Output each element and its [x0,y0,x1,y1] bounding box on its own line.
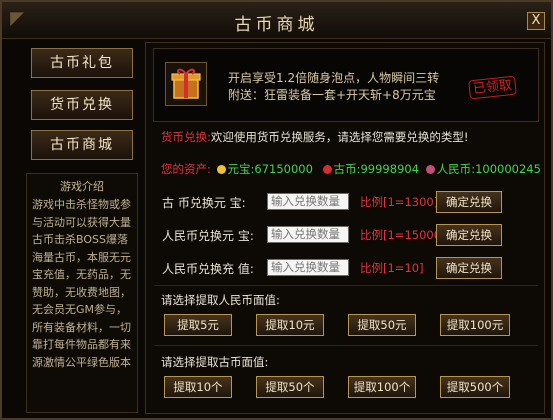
intro-title: 游戏介绍 [60,180,104,193]
exchange-row-2-confirm-button[interactable]: 确定兑换 [436,224,502,246]
nav-coin-shop-button[interactable]: 古币商城 [31,130,133,160]
asset-coin-value: 99998904 [360,162,420,176]
withdraw-rmb-5-button[interactable]: 提取5元 [164,314,232,336]
exchange-row-2-ratio: 比例[1=15000] [360,228,446,242]
intro-body: 游戏中击杀怪物或参与活动可以获得大量古币击杀BOSS爆落海量古币，本服无元宝充值… [32,198,131,369]
game-intro-panel: 游戏介绍 游戏中击杀怪物或参与活动可以获得大量古币击杀BOSS爆落海量古币，本服… [26,173,138,413]
asset-rmb-name: 人民币 [436,162,472,176]
withdraw-coin-500-button[interactable]: 提取500个 [440,376,510,398]
exchange-row-1-ratio: 比例[1=1300] [360,195,439,209]
exchange-intro-prefix: 货币兑换: [161,130,211,144]
exchange-row-1-input[interactable] [267,193,349,210]
exchange-row-1-label: 古 币兑换元 宝: [162,196,246,210]
withdraw-coin-100-button[interactable]: 提取100个 [348,376,416,398]
asset-yuanbao-name: 元宝 [227,162,251,176]
nav-gift-pack-button[interactable]: 古币礼包 [31,48,133,78]
gift-line-1: 开启享受1.2倍随身泡点，人物瞬间三转 [228,71,440,85]
withdraw-rmb-100-button[interactable]: 提取100元 [440,314,510,336]
gift-pack-card: 开启享受1.2倍随身泡点，人物瞬间三转 附送：狂雷装备一套+开天斩+8万元宝 已… [153,48,539,122]
gift-description: 开启享受1.2倍随身泡点，人物瞬间三转 附送：狂雷装备一套+开天斩+8万元宝 [228,70,439,104]
exchange-row-2-label: 人民币兑换元 宝: [162,229,254,243]
exchange-row-3-confirm-button[interactable]: 确定兑换 [436,257,502,279]
yuanbao-coin-icon [216,165,226,174]
exchange-row-2-input[interactable] [267,226,349,243]
nav-currency-exchange-button[interactable]: 货币兑换 [31,90,133,120]
close-button[interactable]: X [527,12,545,30]
withdraw-coin-10-button[interactable]: 提取10个 [164,376,232,398]
exchange-row-1-confirm-button[interactable]: 确定兑换 [436,191,502,213]
divider [154,345,538,346]
ancient-coin-icon [322,165,332,174]
assets-line: 您的资产: 元宝:67150000 古币:99998904 人民币:100000… [161,162,541,176]
title-bar[interactable]: ◤ 古币商城 X [2,2,551,39]
coin-withdraw-prompt: 请选择提取古币面值: [161,355,269,369]
assets-label: 您的资产: [161,162,211,176]
window-title: 古币商城 [234,15,319,35]
rmb-coin-icon [425,165,435,174]
withdraw-rmb-50-button[interactable]: 提取50元 [348,314,416,336]
exchange-row-3-input[interactable] [267,259,349,276]
claimed-stamp: 已领取 [468,75,517,100]
withdraw-rmb-10-button[interactable]: 提取10元 [256,314,324,336]
asset-yuanbao-value: 67150000 [254,162,313,176]
exchange-intro: 货币兑换:欢迎使用货币兑换服务，请选择您需要兑换的类型! [161,129,468,145]
shop-window: ◤ 古币商城 X 古币礼包 货币兑换 古币商城 游戏介绍 游戏中击杀怪物或参与活… [0,0,553,420]
gift-box-icon [165,62,207,106]
exchange-panel: 开启享受1.2倍随身泡点，人物瞬间三转 附送：狂雷装备一套+开天斩+8万元宝 已… [145,42,545,414]
gift-line-2: 附送：狂雷装备一套+开天斩+8万元宝 [228,88,436,102]
rmb-withdraw-prompt: 请选择提取人民币面值: [161,293,280,307]
exchange-row-3-label: 人民币兑换充 值: [162,262,254,276]
withdraw-coin-50-button[interactable]: 提取50个 [256,376,324,398]
asset-coin-name: 古币 [333,162,357,176]
exchange-row-3-ratio: 比例[1=10] [360,261,424,275]
asset-rmb-value: 100000245 [475,162,541,176]
exchange-intro-text: 欢迎使用货币兑换服务，请选择您需要兑换的类型! [210,130,469,144]
divider [154,285,538,286]
